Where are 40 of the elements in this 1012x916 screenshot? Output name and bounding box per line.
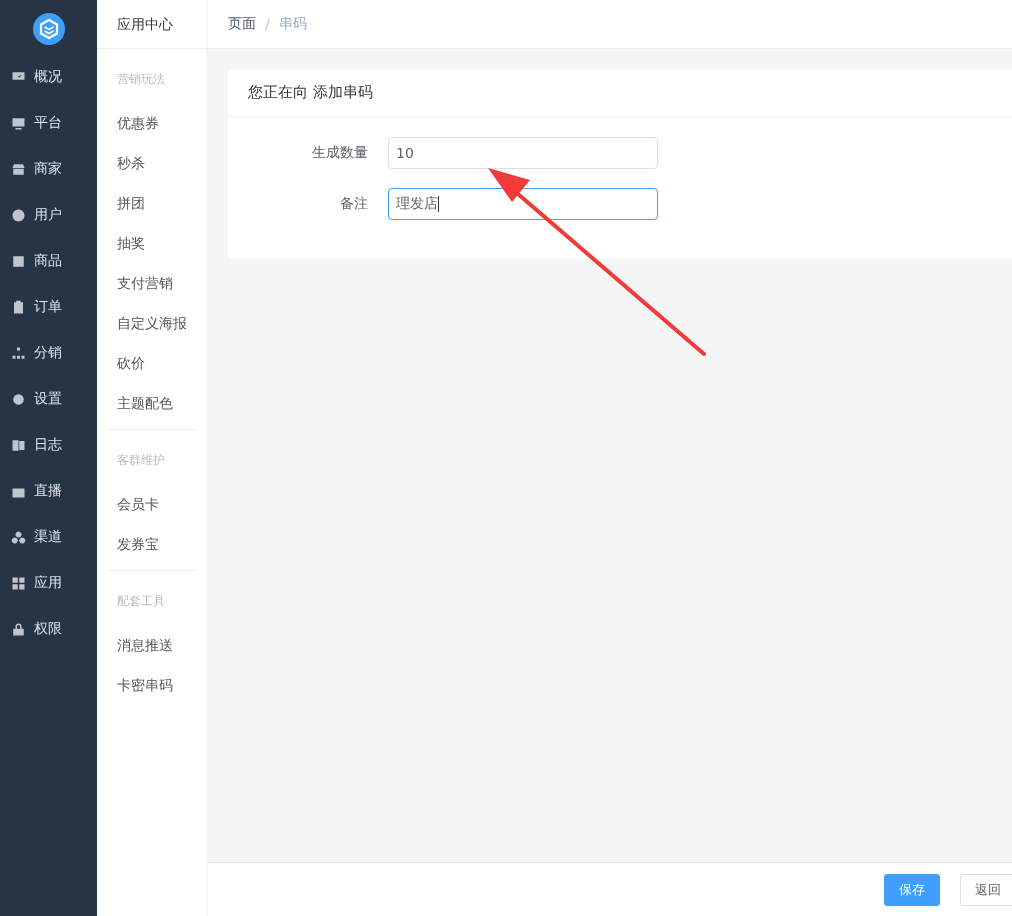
nav-item[interactable]: 平台 xyxy=(0,100,97,146)
submenu-item[interactable]: 消息推送 xyxy=(107,631,197,671)
nav-item[interactable]: 用户 xyxy=(0,192,97,238)
breadcrumb-separator: / xyxy=(265,16,270,32)
field-label: 生成数量 xyxy=(311,144,369,162)
nav-item[interactable]: 日志 xyxy=(0,422,97,468)
group-title: 客群维护 xyxy=(116,452,166,469)
submenu-item[interactable]: 支付营销 xyxy=(107,269,197,309)
text-cursor xyxy=(438,196,439,212)
nav-item[interactable]: 分销 xyxy=(0,330,97,376)
input-field[interactable]: 10 xyxy=(388,137,658,169)
submenu-item[interactable]: 拼团 xyxy=(107,189,197,229)
logo-icon xyxy=(32,13,65,45)
group-title: 配套工具 xyxy=(116,593,166,610)
field-label: 备注 xyxy=(339,195,369,213)
submenu-item[interactable]: 优惠券 xyxy=(107,109,197,149)
submenu-item[interactable]: 砍价 xyxy=(107,349,197,389)
submenu-item[interactable]: 抽奖 xyxy=(107,229,197,269)
submenu-title: 应用中心 xyxy=(97,0,207,49)
breadcrumb-item[interactable]: 页面 xyxy=(228,15,256,33)
nav-item[interactable]: 应用 xyxy=(0,560,97,606)
breadcrumb-item: 串码 xyxy=(278,15,307,33)
back-button[interactable]: 返回 xyxy=(960,873,1012,906)
nav-item[interactable]: 订单 xyxy=(0,284,97,330)
nav-item[interactable]: 商品 xyxy=(0,238,97,284)
group-title: 营销玩法 xyxy=(116,71,166,88)
nav-item[interactable]: 权限 xyxy=(0,606,97,652)
nav-item[interactable]: 设置 xyxy=(0,376,97,422)
input-field[interactable]: 理发店 xyxy=(388,188,658,220)
submenu-item[interactable]: 秒杀 xyxy=(107,149,197,189)
submenu-item[interactable]: 主题配色 xyxy=(107,389,197,429)
submenu-item[interactable]: 卡密串码 xyxy=(107,671,197,711)
card-title: 您正在向 添加串码 xyxy=(228,69,1012,117)
nav-item[interactable]: 直播 xyxy=(0,468,97,514)
nav-item[interactable]: 概况 xyxy=(0,54,97,100)
submenu-item[interactable]: 自定义海报 xyxy=(107,309,197,349)
nav-item[interactable]: 商家 xyxy=(0,146,97,192)
nav-item[interactable]: 渠道 xyxy=(0,514,97,560)
submenu-item[interactable]: 会员卡 xyxy=(107,490,197,530)
submenu-item[interactable]: 发券宝 xyxy=(107,530,197,570)
